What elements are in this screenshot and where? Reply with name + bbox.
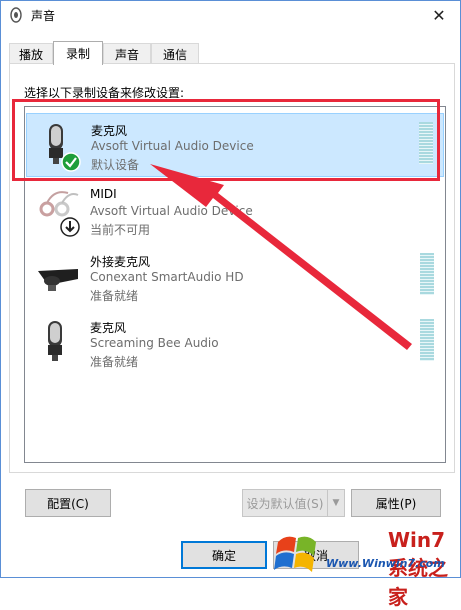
device-driver: Avsoft Virtual Audio Device <box>91 139 254 153</box>
close-icon[interactable]: ✕ <box>418 1 460 29</box>
device-status: 当前不可用 <box>90 223 151 237</box>
sound-dialog: 声音 ✕ 播放 录制 声音 通信 选择以下录制设备来修改设置: 麦克风 Avso… <box>0 0 461 578</box>
device-item-microphone-screaming-bee[interactable]: 麦克风 Screaming Bee Audio 准备就绪 <box>26 311 444 375</box>
level-meter <box>419 122 433 164</box>
device-item-microphone-avsoft[interactable]: 麦克风 Avsoft Virtual Audio Device 默认设备 <box>26 113 444 177</box>
set-default-dropdown[interactable]: ▼ <box>327 489 345 517</box>
device-item-midi[interactable]: MIDI Avsoft Virtual Audio Device 当前不可用 <box>26 179 444 243</box>
device-status: 准备就绪 <box>90 355 139 369</box>
set-default-button[interactable]: 设为默认值(S) <box>242 489 328 517</box>
watermark-url: Www.Winwin7.com <box>326 557 445 570</box>
microphone-icon <box>48 321 62 361</box>
device-name: MIDI <box>90 187 117 201</box>
tab-playback[interactable]: 播放 <box>9 43 53 64</box>
device-status: 默认设备 <box>91 158 140 172</box>
level-meter <box>420 253 434 295</box>
tab-communications[interactable]: 通信 <box>151 43 199 64</box>
level-meter <box>420 319 434 361</box>
device-list[interactable]: 麦克风 Avsoft Virtual Audio Device 默认设备 MID… <box>24 106 446 463</box>
recording-panel: 选择以下录制设备来修改设置: 麦克风 Avsoft Virtual Audio … <box>9 63 455 473</box>
device-name: 麦克风 <box>90 321 127 335</box>
external-microphone-icon <box>38 269 78 291</box>
configure-button[interactable]: 配置(C) <box>25 489 111 517</box>
chevron-down-icon: ▼ <box>332 498 340 508</box>
window-title: 声音 <box>31 9 56 23</box>
properties-button[interactable]: 属性(P) <box>351 489 441 517</box>
down-arrow-icon <box>60 217 80 237</box>
tab-sounds[interactable]: 声音 <box>103 43 151 64</box>
device-name: 外接麦克风 <box>90 255 151 269</box>
device-status: 准备就绪 <box>90 289 139 303</box>
speaker-icon <box>10 7 22 23</box>
device-name: 麦克风 <box>91 124 128 138</box>
ok-button[interactable]: 确定 <box>181 541 267 569</box>
device-driver: Screaming Bee Audio <box>90 336 219 350</box>
tab-recording[interactable]: 录制 <box>53 41 103 65</box>
device-item-external-microphone[interactable]: 外接麦克风 Conexant SmartAudio HD 准备就绪 <box>26 245 444 309</box>
title-bar: 声音 ✕ <box>1 1 460 29</box>
device-driver: Conexant SmartAudio HD <box>90 270 244 284</box>
green-check-icon <box>61 152 81 172</box>
instruction-text: 选择以下录制设备来修改设置: <box>24 86 185 100</box>
device-driver: Avsoft Virtual Audio Device <box>90 204 253 218</box>
